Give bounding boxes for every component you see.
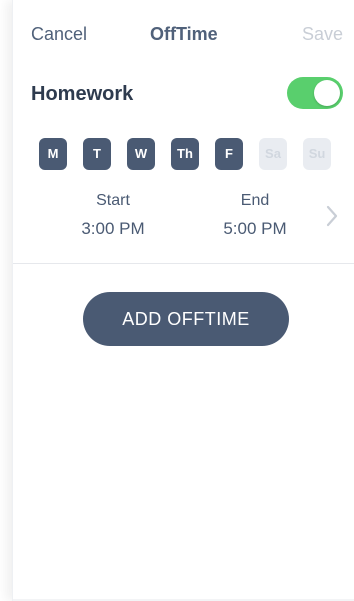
app-screen: Cancel OffTime Save Homework M T W Th F … bbox=[12, 0, 354, 601]
chevron-right-icon[interactable] bbox=[323, 203, 341, 229]
start-label: Start bbox=[96, 192, 130, 209]
offtime-name: Homework bbox=[31, 83, 134, 105]
offtime-name-row: Homework bbox=[31, 76, 343, 112]
save-button[interactable]: Save bbox=[302, 22, 343, 46]
cancel-button[interactable]: Cancel bbox=[31, 22, 87, 46]
day-button-sat[interactable]: Sa bbox=[259, 138, 287, 170]
day-selector: M T W Th F Sa Su bbox=[39, 138, 344, 170]
day-button-thu[interactable]: Th bbox=[171, 138, 199, 170]
start-time-group: Start 3:00 PM bbox=[53, 190, 173, 240]
page-title: OffTime bbox=[150, 24, 218, 44]
end-time-group: End 5:00 PM bbox=[195, 190, 315, 240]
end-label: End bbox=[240, 192, 270, 209]
enable-toggle[interactable] bbox=[287, 77, 343, 109]
day-button-mon[interactable]: M bbox=[39, 138, 67, 170]
day-button-sun[interactable]: Su bbox=[303, 138, 331, 170]
day-button-fri[interactable]: F bbox=[215, 138, 243, 170]
day-button-wed[interactable]: W bbox=[127, 138, 155, 170]
toggle-knob bbox=[314, 80, 340, 106]
add-offtime-button[interactable]: ADD OFFTIME bbox=[83, 292, 289, 346]
start-time-value: 3:00 PM bbox=[81, 219, 145, 238]
section-divider bbox=[13, 263, 354, 264]
time-range-row[interactable]: Start 3:00 PM End 5:00 PM bbox=[31, 190, 343, 245]
end-time-value: 5:00 PM bbox=[223, 219, 287, 238]
nav-bar: Cancel OffTime Save bbox=[13, 0, 354, 68]
day-button-tue[interactable]: T bbox=[83, 138, 111, 170]
